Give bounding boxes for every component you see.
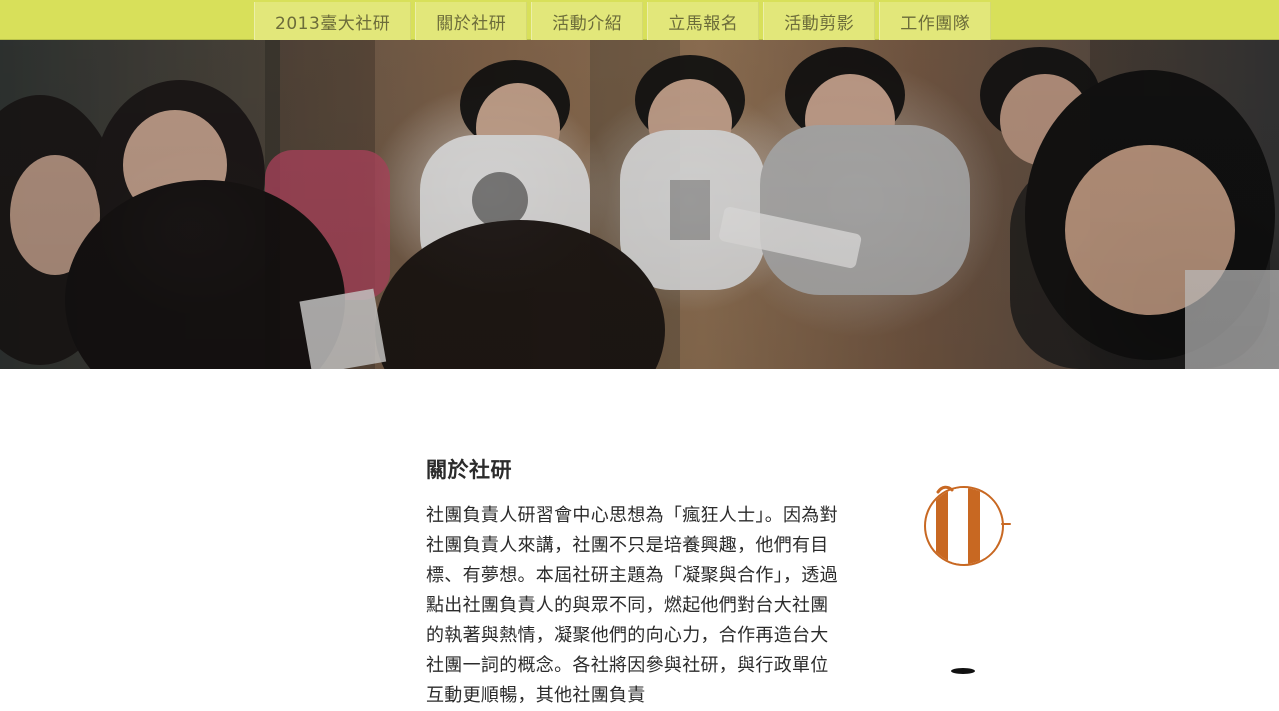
- nav-item-signup[interactable]: 立馬報名: [647, 2, 760, 40]
- nav-item-team[interactable]: 工作團隊: [879, 2, 992, 40]
- orange-striped-circle-icon: [918, 480, 1014, 576]
- main-content: 關於社研 社團負責人研習會中心思想為「瘋狂人士」。因為對社團負責人來講，社團不只…: [0, 369, 1279, 706]
- logo-svg: [924, 485, 1011, 566]
- nav-item-activities[interactable]: 活動介紹: [531, 2, 644, 40]
- nav-item-gallery[interactable]: 活動剪影: [763, 2, 876, 40]
- decorative-dash: [951, 668, 975, 674]
- nav-item-about[interactable]: 關於社研: [415, 2, 528, 40]
- top-navigation-bar: 2013臺大社研 關於社研 活動介紹 立馬報名 活動剪影 工作團隊: [0, 0, 1279, 40]
- hero-photo-illustration: [0, 40, 1279, 369]
- nav-item-home[interactable]: 2013臺大社研: [254, 2, 412, 40]
- main-nav: 2013臺大社研 關於社研 活動介紹 立馬報名 活動剪影 工作團隊: [254, 2, 992, 40]
- hero-photo: [0, 40, 1279, 369]
- about-heading: 關於社研: [426, 458, 512, 483]
- about-paragraph: 社團負責人研習會中心思想為「瘋狂人士」。因為對社團負責人來講，社團不只是培養興趣…: [426, 505, 838, 706]
